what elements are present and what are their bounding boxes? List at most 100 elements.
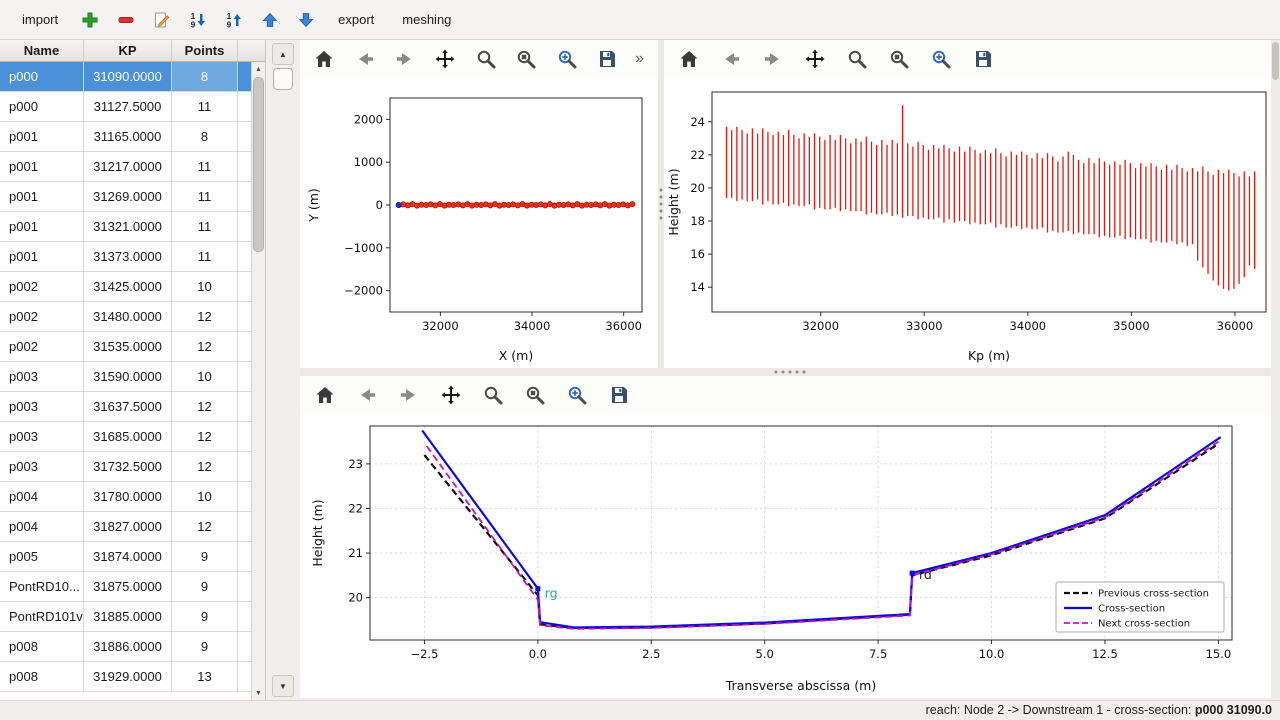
table-row[interactable]: PontRD101v31885.00009 [0,602,265,632]
panel-scrollbar-thumb[interactable] [273,68,293,90]
plan-pan-button[interactable] [433,46,457,72]
save-icon [608,384,630,406]
plan-toolbar-overflow[interactable]: » [635,51,646,67]
import-button[interactable]: import [14,8,66,31]
sort-asc-icon: 19 [189,11,207,29]
plan-save-button[interactable] [595,46,619,72]
scroll-down-button[interactable]: ▼ [272,675,294,697]
meshing-button[interactable]: meshing [394,8,459,31]
plan-view-chart[interactable]: 320003400036000−2000−1000010002000X (m)Y… [300,78,658,368]
scroll-up-button[interactable]: ▲ [272,43,294,65]
remove-cross-section-button[interactable] [114,8,138,32]
profile-pan-button[interactable] [802,46,828,72]
cell-points: 11 [172,92,238,121]
table-row[interactable]: p00131373.000011 [0,242,265,272]
longitudinal-profile-chart[interactable]: 3200033000340003500036000141618202224Kp … [664,78,1280,368]
cell-points: 12 [172,302,238,331]
profile-back-button[interactable] [718,46,744,72]
horizontal-splitter[interactable] [300,368,1280,376]
table-row[interactable]: p00031090.00008 [0,62,265,92]
plan-back-button[interactable] [352,46,376,72]
profile-zoom-plus-button[interactable] [928,46,954,72]
panel-scrollbar[interactable]: ▲ ▼ [268,40,298,700]
plan-forward-button[interactable] [393,46,417,72]
export-button[interactable]: export [330,8,382,31]
table-row[interactable]: p00431827.000012 [0,512,265,542]
cell-kp: 31685.0000 [84,422,172,451]
sort-ascending-button[interactable]: 19 [186,8,210,32]
table-row[interactable]: p00031127.500011 [0,92,265,122]
cell-kp: 31780.0000 [84,482,172,511]
table-body: p00031090.00008p00031127.500011p00131165… [0,62,265,692]
x-tick-label: 7.5 [869,647,887,661]
splitter-handle-icon [660,189,663,220]
profile-zoom-button[interactable] [844,46,870,72]
table-row[interactable]: p00131269.000011 [0,182,265,212]
legend-label: Previous cross-section [1098,589,1209,600]
edit-icon [153,11,171,29]
plan-zoom-button[interactable] [474,46,498,72]
column-header-name[interactable]: Name [0,40,84,61]
edit-cross-section-button[interactable] [150,8,174,32]
cross-section-zoom-button[interactable] [480,382,506,408]
table-scrollbar-thumb[interactable] [253,77,264,252]
table-row[interactable]: p00331637.500012 [0,392,265,422]
table-row[interactable]: p00331732.500012 [0,452,265,482]
table-row[interactable]: p00231535.000012 [0,332,265,362]
vertex-marker [910,571,915,576]
y-axis-label: Y (m) [306,188,321,223]
cross-section-back-button[interactable] [354,382,380,408]
cross-section-home-button[interactable] [312,382,338,408]
plots-scrollbar[interactable] [1271,40,1280,698]
table-row[interactable]: p00231480.000012 [0,302,265,332]
plots-scrollbar-thumb[interactable] [1272,42,1279,80]
add-cross-section-button[interactable] [78,8,102,32]
profile-forward-button[interactable] [760,46,786,72]
home-icon [314,384,336,406]
column-header-kp[interactable]: KP [84,40,172,61]
table-row[interactable]: PontRD10...31875.00009 [0,572,265,602]
cell-points: 9 [172,572,238,601]
plan-zoom-rect-button[interactable] [514,46,538,72]
move-down-button[interactable] [294,8,318,32]
table-scrollbar[interactable]: ▲ ▼ [251,62,265,700]
table-row[interactable]: p00331685.000012 [0,422,265,452]
sort-desc-icon: 19 [225,11,243,29]
x-tick-label: 32000 [802,319,839,333]
cross-section-zoom-plus-button[interactable] [564,382,590,408]
plan-zoom-plus-button[interactable] [554,46,578,72]
table-row[interactable]: p00531874.00009 [0,542,265,572]
table-scroll-down-icon[interactable]: ▼ [252,687,265,699]
x-tick-label: 2.5 [642,647,660,661]
cross-section-forward-button[interactable] [396,382,422,408]
table-row[interactable]: p00331590.000010 [0,362,265,392]
zoom-rect-icon [888,48,910,70]
vertex-marker [535,586,540,591]
table-scroll-up-icon[interactable]: ▲ [252,63,265,75]
profile-zoom-rect-button[interactable] [886,46,912,72]
cell-kp: 31732.5000 [84,452,172,481]
profile-save-button[interactable] [970,46,996,72]
table-row[interactable]: p00431780.000010 [0,482,265,512]
cross-section-zoom-rect-button[interactable] [522,382,548,408]
annotation-rd: rd [919,567,932,582]
table-row[interactable]: p00831886.00009 [0,632,265,662]
table-row[interactable]: p00831929.000013 [0,662,265,692]
plan-home-button[interactable] [312,46,336,72]
profile-home-button[interactable] [676,46,702,72]
sort-descending-button[interactable]: 19 [222,8,246,32]
back-icon [720,48,742,70]
cell-name: p001 [0,212,84,241]
table-row[interactable]: p00231425.000010 [0,272,265,302]
cross-section-chart[interactable]: −2.50.02.55.07.510.012.515.020212223Tran… [300,414,1280,698]
x-tick-label: 32000 [422,319,459,333]
cell-kp: 31590.0000 [84,362,172,391]
move-up-button[interactable] [258,8,282,32]
table-row[interactable]: p00131165.00008 [0,122,265,152]
cross-section-pan-button[interactable] [438,382,464,408]
table-row[interactable]: p00131321.000011 [0,212,265,242]
column-header-points[interactable]: Points [172,40,238,61]
cross-section-save-button[interactable] [606,382,632,408]
forward-icon [394,48,416,70]
table-row[interactable]: p00131217.000011 [0,152,265,182]
